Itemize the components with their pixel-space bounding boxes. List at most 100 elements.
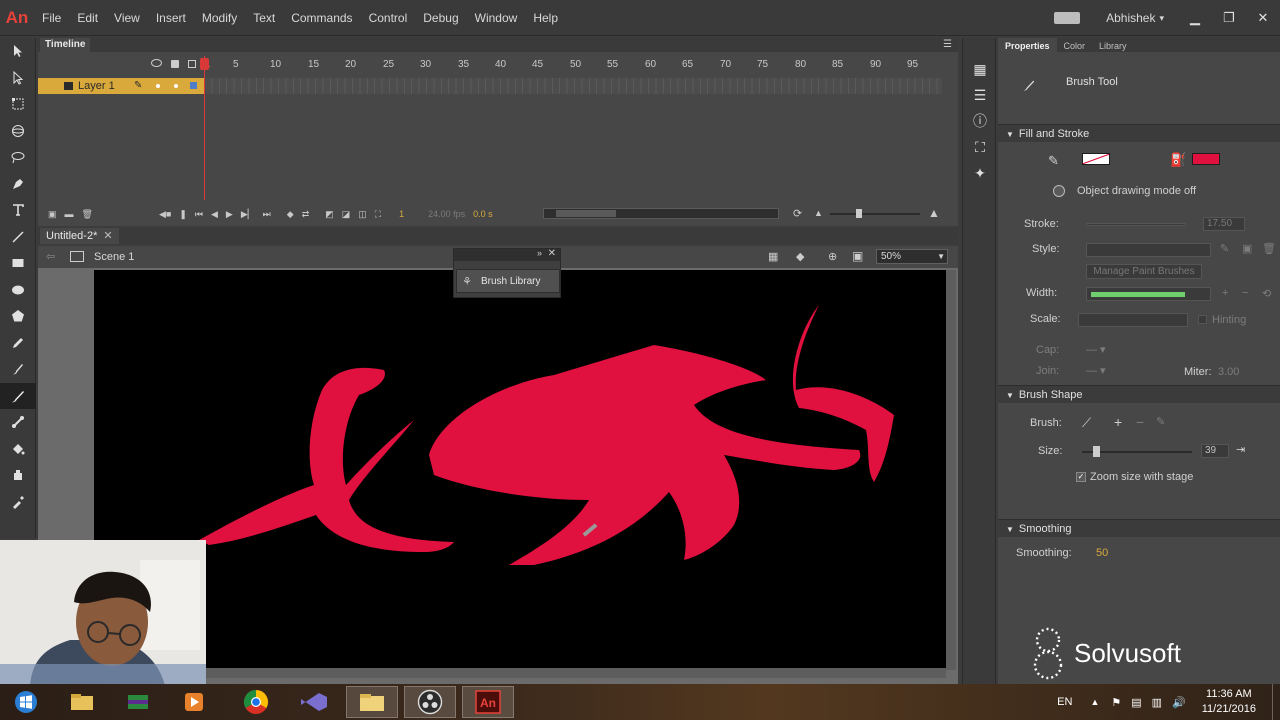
tab-color[interactable]: Color xyxy=(1057,38,1093,52)
animate-icon[interactable]: An xyxy=(462,686,514,718)
chevron-down-icon[interactable]: ▾ xyxy=(1159,13,1164,24)
edit-multiple-icon[interactable]: ◫ xyxy=(358,209,367,220)
playhead-handle[interactable] xyxy=(200,58,209,70)
tab-properties[interactable]: Properties xyxy=(998,38,1057,52)
frame-cells[interactable] xyxy=(204,78,942,94)
paint-bucket-tool-icon[interactable] xyxy=(0,436,36,463)
center-stage-icon[interactable]: ⊕ xyxy=(828,250,837,263)
eyedropper-tool-icon[interactable] xyxy=(0,489,36,516)
user-name[interactable]: Abhishek xyxy=(1106,11,1155,25)
remove-width-icon[interactable]: − xyxy=(1242,287,1248,299)
stage-horizontal-scrollbar[interactable] xyxy=(204,668,946,678)
lasso-tool-icon[interactable] xyxy=(0,144,36,171)
folder-icon[interactable] xyxy=(346,686,398,718)
line-tool-icon[interactable] xyxy=(0,224,36,251)
panel-menu-icon[interactable]: ☰ xyxy=(943,38,952,52)
scrollbar-thumb[interactable] xyxy=(556,210,616,217)
menu-view[interactable]: View xyxy=(106,11,148,25)
restore-icon[interactable]: ❐ xyxy=(1212,10,1246,26)
close-icon[interactable]: ✕ xyxy=(1246,10,1280,26)
new-folder-icon[interactable]: ▬ xyxy=(65,209,74,219)
selection-tool-icon[interactable] xyxy=(0,38,36,65)
object-drawing-icon[interactable] xyxy=(1053,185,1065,197)
brush-shape-section[interactable]: ▼ Brush Shape xyxy=(998,385,1280,403)
layer-row[interactable]: Layer 1 ✎ xyxy=(38,78,958,94)
show-desktop-button[interactable] xyxy=(1272,684,1280,720)
style-select[interactable] xyxy=(1086,243,1211,257)
stop-icon[interactable]: ❚ xyxy=(179,209,187,220)
layer-name-cell[interactable]: Layer 1 ✎ xyxy=(38,78,204,94)
stage-canvas[interactable] xyxy=(94,270,946,670)
network-icon[interactable]: ▥ xyxy=(1152,696,1162,709)
obs-icon[interactable] xyxy=(404,686,456,718)
first-frame-icon[interactable]: ⏮ xyxy=(195,209,203,220)
windows-start-icon[interactable] xyxy=(0,686,52,718)
reset-width-icon[interactable]: ⟲ xyxy=(1262,287,1271,300)
scene-name[interactable]: Scene 1 xyxy=(94,251,134,263)
onion-outline-icon[interactable]: ◪ xyxy=(342,209,351,220)
text-tool-icon[interactable] xyxy=(0,197,36,224)
size-lock-icon[interactable]: ⇥ xyxy=(1236,443,1245,456)
visibility-dot-icon[interactable] xyxy=(156,84,160,88)
language-indicator[interactable]: EN xyxy=(1057,696,1072,708)
chrome-icon[interactable] xyxy=(230,686,282,718)
menu-commands[interactable]: Commands xyxy=(283,11,360,25)
onion-skin-icon[interactable]: ◩ xyxy=(325,209,334,220)
show-hidden-icons-icon[interactable]: ▲ xyxy=(1090,697,1099,707)
smoothing-section[interactable]: ▼ Smoothing xyxy=(998,519,1280,537)
miter-value[interactable]: 3.00 xyxy=(1218,366,1239,378)
stroke-color-swatch[interactable] xyxy=(1082,153,1110,165)
timeline-scrollbar[interactable] xyxy=(543,208,779,219)
fill-color-swatch[interactable] xyxy=(1192,153,1220,165)
stage-vertical-scrollbar[interactable] xyxy=(946,270,956,670)
pen-tool-icon[interactable] xyxy=(0,171,36,198)
loop-playback-icon[interactable]: ⇄ xyxy=(302,209,310,220)
close-icon[interactable]: ✕ xyxy=(103,230,112,242)
close-icon[interactable]: ✕ xyxy=(548,248,556,259)
paint-brush-tool-icon[interactable] xyxy=(0,356,36,383)
oval-tool-icon[interactable] xyxy=(0,277,36,304)
menu-file[interactable]: File xyxy=(34,11,69,25)
layer-name[interactable]: Layer 1 xyxy=(78,80,115,92)
add-brush-icon[interactable]: + xyxy=(1114,414,1122,430)
fill-stroke-section[interactable]: ▼ Fill and Stroke xyxy=(998,124,1280,142)
style-options-icon[interactable]: ▣ xyxy=(1242,242,1252,255)
menu-modify[interactable]: Modify xyxy=(194,11,245,25)
brush-panel-header[interactable]: » ✕ xyxy=(454,248,560,261)
frame-ruler[interactable]: 1 5 10 15 20 25 30 35 40 45 50 55 60 65 … xyxy=(38,56,958,74)
delete-style-icon[interactable]: 🗑 xyxy=(1262,242,1276,255)
timeline-zoom-handle[interactable] xyxy=(856,209,862,218)
frame-rate[interactable]: 24.00 fps xyxy=(428,209,465,219)
delete-layer-icon[interactable]: 🗑 xyxy=(82,209,93,220)
rectangle-tool-icon[interactable] xyxy=(0,250,36,277)
tab-library[interactable]: Library xyxy=(1092,38,1134,52)
remove-brush-icon[interactable]: − xyxy=(1136,414,1144,430)
edit-style-icon[interactable]: ✎ xyxy=(1220,242,1229,255)
onion-markers-icon[interactable]: ⛶ xyxy=(375,209,381,220)
3d-rotation-tool-icon[interactable] xyxy=(0,118,36,145)
last-frame-icon[interactable]: ⏭ xyxy=(263,209,271,220)
edit-brush-icon[interactable]: ✎ xyxy=(1156,415,1165,428)
document-tab[interactable]: Untitled-2* ✕ xyxy=(40,228,119,244)
lock-dot-icon[interactable] xyxy=(174,84,178,88)
polystar-tool-icon[interactable] xyxy=(0,303,36,330)
menu-edit[interactable]: Edit xyxy=(69,11,106,25)
media-player-icon[interactable] xyxy=(168,686,220,718)
join-select[interactable]: — ▾ xyxy=(1086,364,1106,377)
device-icon[interactable]: ▤ xyxy=(1131,696,1141,709)
new-layer-icon[interactable]: ▣ xyxy=(48,209,57,220)
subselection-tool-icon[interactable] xyxy=(0,65,36,92)
clock[interactable]: 11:36 AM 11/21/2016 xyxy=(1202,687,1256,717)
align-objects-icon[interactable]: ☰ xyxy=(963,82,997,108)
minimize-icon[interactable]: ▁ xyxy=(1178,10,1212,26)
stroke-slider[interactable] xyxy=(1086,223,1186,226)
collapse-icon[interactable]: ▼ xyxy=(1006,391,1014,400)
app-icon[interactable] xyxy=(112,686,164,718)
brush-shape-icon[interactable]: ⟋ xyxy=(1082,415,1091,431)
workspace-switcher-icon[interactable] xyxy=(1054,12,1081,24)
menu-window[interactable]: Window xyxy=(467,11,526,25)
size-slider-handle[interactable] xyxy=(1093,446,1100,457)
align-icon[interactable]: ▦ xyxy=(963,56,997,82)
cap-select[interactable]: — ▾ xyxy=(1086,343,1106,356)
elapsed-time[interactable]: 0.0 s xyxy=(473,209,493,219)
